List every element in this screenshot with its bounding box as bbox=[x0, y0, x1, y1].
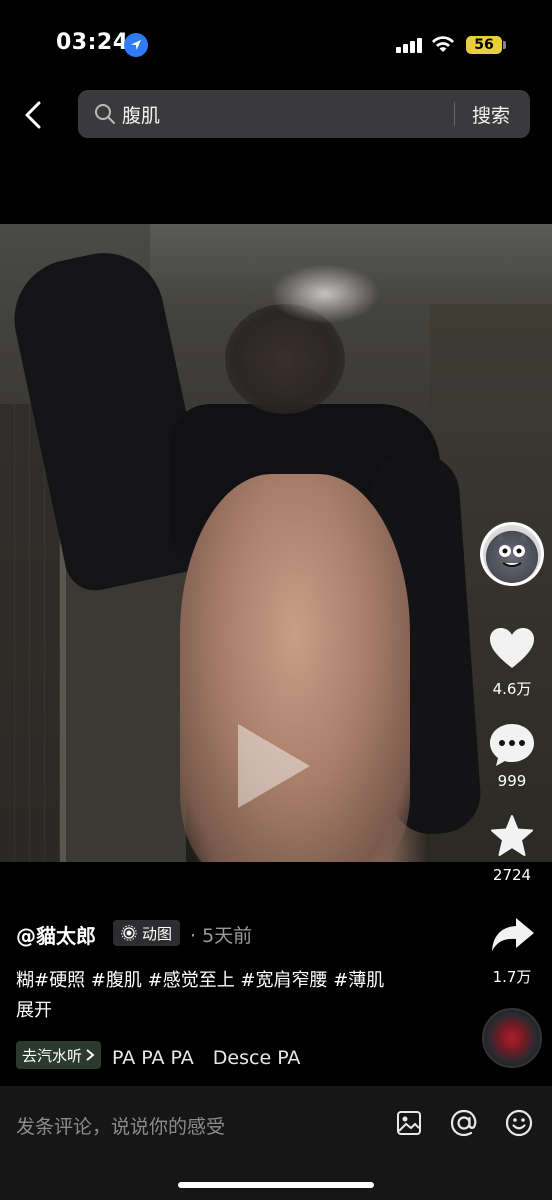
chevron-right-icon bbox=[86, 1049, 95, 1061]
live-photo-icon bbox=[121, 925, 137, 941]
mention-icon[interactable] bbox=[449, 1108, 479, 1142]
search-icon bbox=[94, 103, 116, 129]
music-chip-label: 去汽水听 bbox=[22, 1046, 83, 1065]
gif-badge-label: 动图 bbox=[142, 924, 173, 943]
battery-icon: 56 bbox=[466, 36, 502, 54]
search-bar[interactable]: 腹肌 搜索 bbox=[78, 90, 530, 138]
favorite-count: 2724 bbox=[492, 866, 532, 884]
comment-input[interactable]: 发条评论，说说你的感受 bbox=[16, 1112, 225, 1139]
avatar-image bbox=[483, 525, 541, 583]
music-chip-button[interactable]: 去汽水听 bbox=[16, 1041, 102, 1069]
author-name[interactable]: @貓太郎 bbox=[16, 920, 96, 949]
cellular-signal-icon bbox=[396, 38, 422, 53]
search-button[interactable]: 搜索 bbox=[472, 101, 510, 128]
status-time: 03:24 bbox=[56, 30, 129, 55]
search-input[interactable]: 腹肌 bbox=[122, 101, 160, 128]
comment-count: 999 bbox=[497, 772, 527, 790]
post-time: · 5天前 bbox=[190, 925, 253, 947]
image-icon[interactable] bbox=[396, 1110, 422, 1140]
play-icon[interactable] bbox=[238, 724, 310, 808]
music-title[interactable]: PA PA PA Desce PA bbox=[112, 1043, 300, 1070]
heart-icon[interactable] bbox=[488, 626, 536, 674]
star-icon[interactable] bbox=[490, 814, 534, 862]
comment-icon[interactable] bbox=[488, 722, 536, 772]
battery-tip bbox=[503, 41, 506, 49]
emoji-icon[interactable] bbox=[505, 1109, 533, 1141]
expand-link[interactable]: 展开 bbox=[16, 996, 52, 1022]
wifi-icon bbox=[430, 34, 456, 58]
chevron-left-icon bbox=[25, 101, 41, 129]
location-arrow-icon bbox=[124, 33, 148, 57]
share-count: 1.7万 bbox=[492, 968, 532, 986]
music-disc-icon[interactable] bbox=[482, 1008, 542, 1068]
video-player[interactable] bbox=[0, 224, 552, 862]
home-indicator bbox=[178, 1182, 374, 1188]
post-tags[interactable]: 糊#硬照 #腹肌 #感觉至上 #宽肩窄腰 #薄肌 bbox=[16, 966, 384, 992]
like-count: 4.6万 bbox=[492, 680, 532, 698]
gif-badge: 动图 bbox=[113, 920, 181, 946]
search-divider bbox=[454, 102, 455, 126]
share-icon[interactable] bbox=[490, 916, 536, 958]
smoke bbox=[270, 264, 380, 324]
back-button[interactable] bbox=[18, 98, 48, 132]
